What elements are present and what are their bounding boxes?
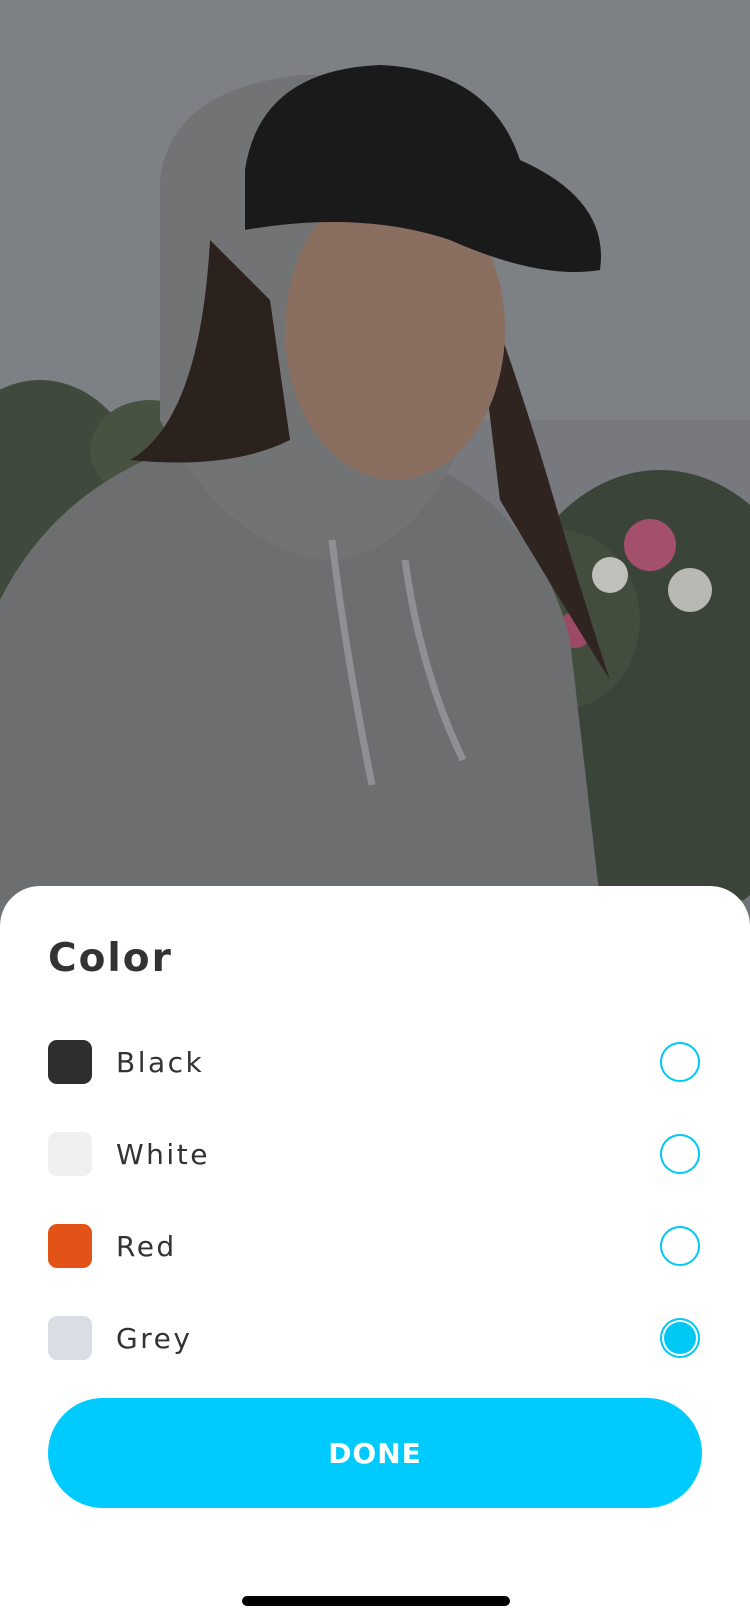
- radio-button[interactable]: [660, 1042, 700, 1082]
- radio-selected-dot: [664, 1322, 696, 1354]
- color-swatch: [48, 1316, 92, 1360]
- radio-button-selected[interactable]: [660, 1318, 700, 1358]
- color-option-grey[interactable]: Grey: [48, 1292, 702, 1384]
- product-photo-image: [0, 0, 750, 900]
- color-option-list: Black White Red Grey: [48, 1016, 702, 1384]
- color-swatch: [48, 1224, 92, 1268]
- color-option-label: Black: [116, 1045, 205, 1079]
- color-option-label: White: [116, 1137, 210, 1171]
- product-color-screen: Color Black White Red Grey DONE: [0, 0, 750, 1624]
- done-button[interactable]: DONE: [48, 1398, 702, 1508]
- color-picker-sheet: Color Black White Red Grey DONE: [0, 886, 750, 1624]
- color-option-label: Red: [116, 1229, 177, 1263]
- color-option-white[interactable]: White: [48, 1108, 702, 1200]
- color-option-label: Grey: [116, 1321, 193, 1355]
- sheet-title: Color: [48, 936, 173, 981]
- home-indicator: [242, 1596, 510, 1606]
- color-option-black[interactable]: Black: [48, 1016, 702, 1108]
- radio-button[interactable]: [660, 1134, 700, 1174]
- color-swatch: [48, 1132, 92, 1176]
- product-photo: [0, 0, 750, 900]
- color-swatch: [48, 1040, 92, 1084]
- color-option-red[interactable]: Red: [48, 1200, 702, 1292]
- radio-button[interactable]: [660, 1226, 700, 1266]
